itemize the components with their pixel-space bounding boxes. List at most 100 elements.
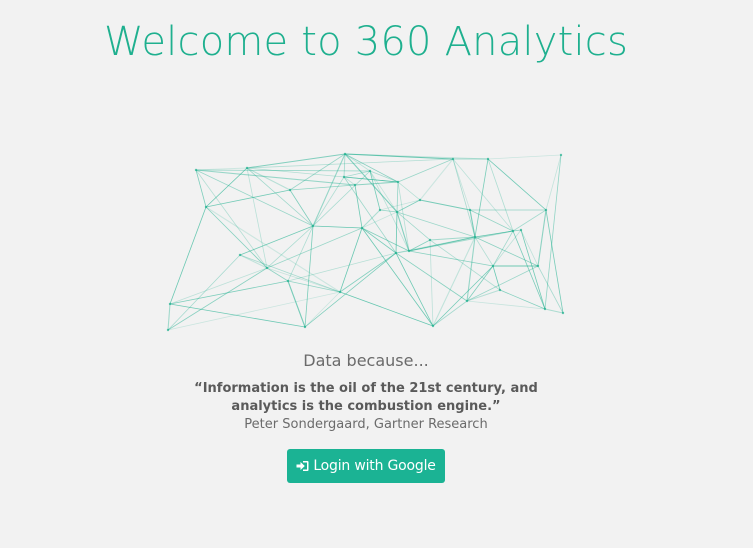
network-edge	[395, 211, 398, 254]
network-edge	[492, 265, 501, 291]
network-edge	[287, 280, 341, 293]
network-edge	[167, 291, 341, 331]
network-edge	[379, 199, 421, 211]
network-edge	[396, 211, 431, 241]
login-with-google-button[interactable]: Login with Google	[287, 449, 445, 483]
network-edge	[369, 170, 410, 252]
network-node	[353, 183, 357, 187]
network-edge	[537, 209, 547, 267]
network-node	[498, 288, 502, 292]
network-node	[543, 307, 547, 311]
network-edge	[466, 300, 546, 310]
network-node	[428, 238, 432, 242]
network-edge	[287, 280, 306, 328]
network-edge	[369, 170, 381, 211]
network-node	[342, 175, 346, 179]
network-edge	[195, 169, 207, 208]
network-edge	[361, 209, 381, 229]
network-node	[168, 302, 172, 306]
network-edge	[169, 267, 268, 305]
network-edge	[312, 176, 345, 227]
network-edge	[512, 209, 547, 232]
network-edge	[487, 158, 514, 232]
network-edge	[395, 252, 468, 302]
network-node	[286, 279, 290, 283]
network-edge	[396, 211, 410, 252]
network-node	[288, 188, 292, 192]
network-edge	[432, 300, 468, 327]
network-edge	[361, 227, 410, 252]
network-edge	[397, 181, 410, 252]
network-edge	[312, 225, 363, 229]
network-node	[303, 325, 307, 329]
network-edge	[289, 184, 356, 191]
network-edge	[419, 158, 454, 201]
network-edge	[205, 206, 341, 293]
network-edge	[239, 225, 314, 256]
network-node	[407, 249, 411, 253]
network-edge	[512, 229, 522, 232]
network-edge	[520, 229, 539, 267]
network-node	[368, 169, 372, 173]
network-edge	[492, 230, 514, 267]
network-edge	[520, 229, 546, 310]
network-edge	[354, 181, 399, 186]
network-node	[465, 299, 469, 303]
network-edge	[544, 154, 562, 310]
network-edge	[343, 153, 346, 178]
network-edge	[169, 303, 306, 328]
network-edge	[339, 227, 363, 293]
network-edge	[266, 225, 314, 269]
network-edge	[395, 252, 434, 327]
network-edge	[408, 230, 514, 252]
network-edge	[287, 252, 397, 282]
network-edge	[169, 280, 289, 305]
network-edge	[344, 153, 371, 172]
network-edge	[266, 227, 363, 269]
network-edge	[195, 167, 248, 171]
network-node	[431, 324, 435, 328]
network-edge	[466, 265, 494, 302]
network-edge	[205, 189, 291, 208]
network-edge	[246, 153, 346, 169]
network-node	[311, 224, 315, 228]
network-node	[245, 166, 249, 170]
network-edge	[246, 167, 268, 269]
network-edge	[344, 153, 454, 160]
network-node	[265, 266, 269, 270]
network-node	[204, 205, 208, 209]
network-edge	[469, 209, 476, 238]
network-edge	[396, 181, 399, 213]
network-node	[536, 264, 540, 268]
network-node	[473, 235, 477, 239]
network-edge	[339, 291, 434, 327]
network-edge	[512, 230, 546, 310]
network-edge	[408, 250, 494, 267]
network-edge	[339, 252, 397, 293]
network-edge	[466, 265, 539, 302]
network-node	[511, 229, 515, 233]
network-edge	[344, 153, 489, 160]
network-edge	[452, 158, 514, 232]
network-edge	[396, 199, 421, 213]
network-edge	[205, 206, 268, 269]
network-node	[486, 157, 490, 161]
network-edge	[167, 267, 268, 331]
network-node	[394, 251, 398, 255]
network-node	[468, 208, 472, 212]
network-node	[451, 157, 455, 161]
network-edge	[361, 227, 434, 327]
network-edge	[466, 289, 501, 302]
network-edge	[343, 170, 371, 178]
network-edge	[452, 158, 471, 211]
network-edge	[452, 158, 476, 238]
network-edge	[246, 167, 291, 191]
network-node	[519, 228, 523, 232]
network-edge	[304, 291, 341, 328]
network-node	[395, 210, 399, 214]
network-edge	[354, 184, 363, 229]
network-edge	[545, 154, 562, 211]
network-edge	[474, 236, 539, 267]
network-edge	[195, 169, 356, 186]
quote-attribution: Peter Sondergaard, Gartner Research	[244, 417, 488, 432]
